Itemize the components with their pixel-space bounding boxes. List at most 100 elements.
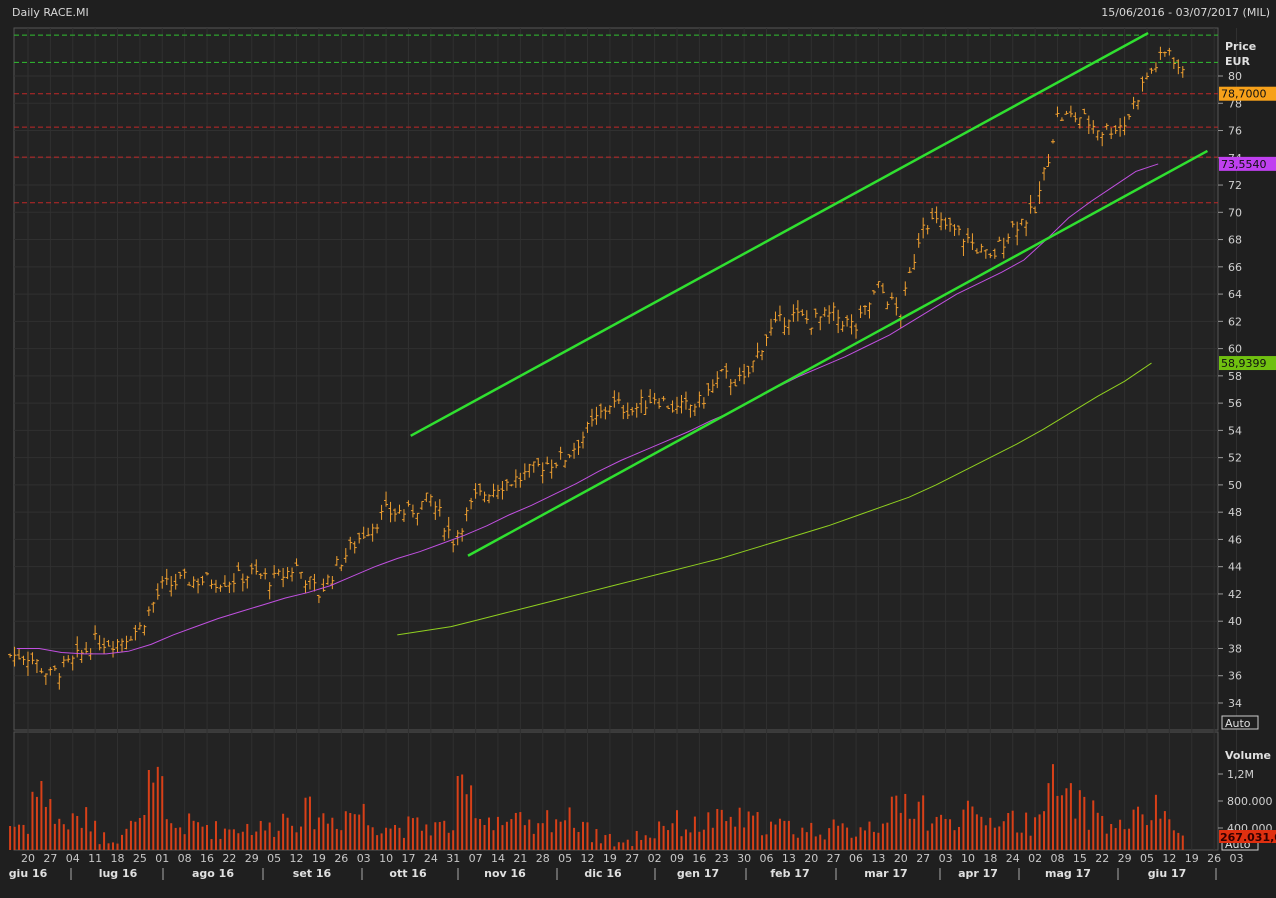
x-tick-label: 19: [603, 852, 617, 865]
x-tick-label: 29: [1118, 852, 1132, 865]
x-tick-label: 17: [401, 852, 415, 865]
x-tick-label: 12: [290, 852, 304, 865]
x-tick-label: 18: [111, 852, 125, 865]
y-tick-label: 64: [1228, 288, 1242, 301]
y-tick-label: 46: [1228, 533, 1242, 546]
last-volume-tag: 267.031,0: [1220, 831, 1276, 844]
x-tick-label: 20: [804, 852, 818, 865]
y-tick-label: 80: [1228, 70, 1242, 83]
currency-label: EUR: [1225, 55, 1250, 68]
x-tick-label: 14: [491, 852, 505, 865]
y-tick-label: 48: [1228, 506, 1242, 519]
x-tick-label: 25: [133, 852, 147, 865]
x-tick-label: 13: [782, 852, 796, 865]
x-tick-label: 27: [827, 852, 841, 865]
x-tick-label: 28: [536, 852, 550, 865]
x-tick-label: 29: [245, 852, 259, 865]
y-tick-label: 76: [1228, 125, 1242, 138]
month-label: nov 16: [484, 867, 526, 880]
x-tick-label: 03: [939, 852, 953, 865]
x-tick-label: 13: [871, 852, 885, 865]
x-tick-label: 18: [983, 852, 997, 865]
x-tick-label: 24: [1006, 852, 1020, 865]
month-label: giu 17: [1148, 867, 1187, 880]
month-label: set 16: [293, 867, 332, 880]
x-tick-label: 08: [1050, 852, 1064, 865]
chart-window: Daily RACE.MI 15/06/2016 - 03/07/2017 (M…: [0, 0, 1276, 898]
x-tick-label: 16: [692, 852, 706, 865]
price-axis-title: Price: [1225, 40, 1256, 53]
y-tick-label: 72: [1228, 179, 1242, 192]
month-label: ago 16: [192, 867, 234, 880]
y-tick-label: 60: [1228, 343, 1242, 356]
y-tick-label: 38: [1228, 642, 1242, 655]
x-tick-label: 23: [715, 852, 729, 865]
y-tick-label: 52: [1228, 452, 1242, 465]
x-tick-label: 27: [625, 852, 639, 865]
x-tick-label: 19: [312, 852, 326, 865]
x-tick-label: 01: [155, 852, 169, 865]
x-tick-label: 04: [66, 852, 80, 865]
volume-tick-label: 800.000: [1227, 795, 1273, 808]
volume-axis-title: Volume: [1225, 749, 1271, 762]
ma200-tag: 58,9399: [1221, 357, 1267, 370]
x-tick-label: 20: [894, 852, 908, 865]
x-tick-label: 03: [357, 852, 371, 865]
x-tick-label: 06: [849, 852, 863, 865]
x-tick-label: 09: [670, 852, 684, 865]
x-tick-label: 02: [1028, 852, 1042, 865]
y-tick-label: 40: [1228, 615, 1242, 628]
y-tick-label: 56: [1228, 397, 1242, 410]
y-tick-label: 50: [1228, 479, 1242, 492]
x-tick-label: 27: [916, 852, 930, 865]
x-tick-label: 19: [1185, 852, 1199, 865]
y-tick-label: 66: [1228, 261, 1242, 274]
x-tick-label: 05: [558, 852, 572, 865]
x-tick-label: 10: [961, 852, 975, 865]
x-tick-label: 05: [1140, 852, 1154, 865]
x-tick-label: 03: [1230, 852, 1244, 865]
y-tick-label: 34: [1228, 697, 1242, 710]
x-tick-label: 12: [581, 852, 595, 865]
x-tick-label: 16: [200, 852, 214, 865]
x-tick-label: 11: [88, 852, 102, 865]
month-label: feb 17: [770, 867, 809, 880]
x-tick-label: 07: [469, 852, 483, 865]
x-tick-label: 24: [424, 852, 438, 865]
x-tick-label: 30: [737, 852, 751, 865]
ma50-tag: 73,5540: [1221, 158, 1267, 171]
y-tick-label: 42: [1228, 588, 1242, 601]
y-tick-label: 54: [1228, 424, 1242, 437]
month-label: giu 16: [9, 867, 48, 880]
y-tick-label: 70: [1228, 206, 1242, 219]
month-label: gen 17: [677, 867, 719, 880]
x-tick-label: 06: [760, 852, 774, 865]
y-tick-label: 58: [1228, 370, 1242, 383]
x-tick-label: 26: [334, 852, 348, 865]
month-label: dic 16: [584, 867, 622, 880]
last-price-tag: 78,7000: [1221, 88, 1267, 101]
y-tick-label: 68: [1228, 234, 1242, 247]
month-label: lug 16: [99, 867, 138, 880]
price-panel: [13, 27, 1219, 731]
auto-scale-label: Auto: [1225, 717, 1251, 730]
month-label: mar 17: [864, 867, 907, 880]
x-tick-label: 12: [1162, 852, 1176, 865]
x-tick-label: 26: [1207, 852, 1221, 865]
x-tick-label: 02: [648, 852, 662, 865]
x-tick-label: 08: [178, 852, 192, 865]
x-tick-label: 20: [21, 852, 35, 865]
y-tick-label: 44: [1228, 561, 1242, 574]
x-tick-label: 27: [43, 852, 57, 865]
y-tick-label: 36: [1228, 670, 1242, 683]
x-tick-label: 15: [1073, 852, 1087, 865]
y-tick-label: 62: [1228, 315, 1242, 328]
x-tick-label: 22: [1095, 852, 1109, 865]
month-label: mag 17: [1045, 867, 1091, 880]
price-volume-chart[interactable]: 20 27 04 11 18 25 01 08 16 22 29 05 12 19 26 03 10 17 24 31…: [0, 0, 1276, 898]
month-label: ott 16: [389, 867, 427, 880]
x-tick-label: 10: [379, 852, 393, 865]
month-label: apr 17: [958, 867, 998, 880]
x-tick-label: 21: [513, 852, 527, 865]
volume-tick-label: 1,2M: [1227, 768, 1254, 781]
